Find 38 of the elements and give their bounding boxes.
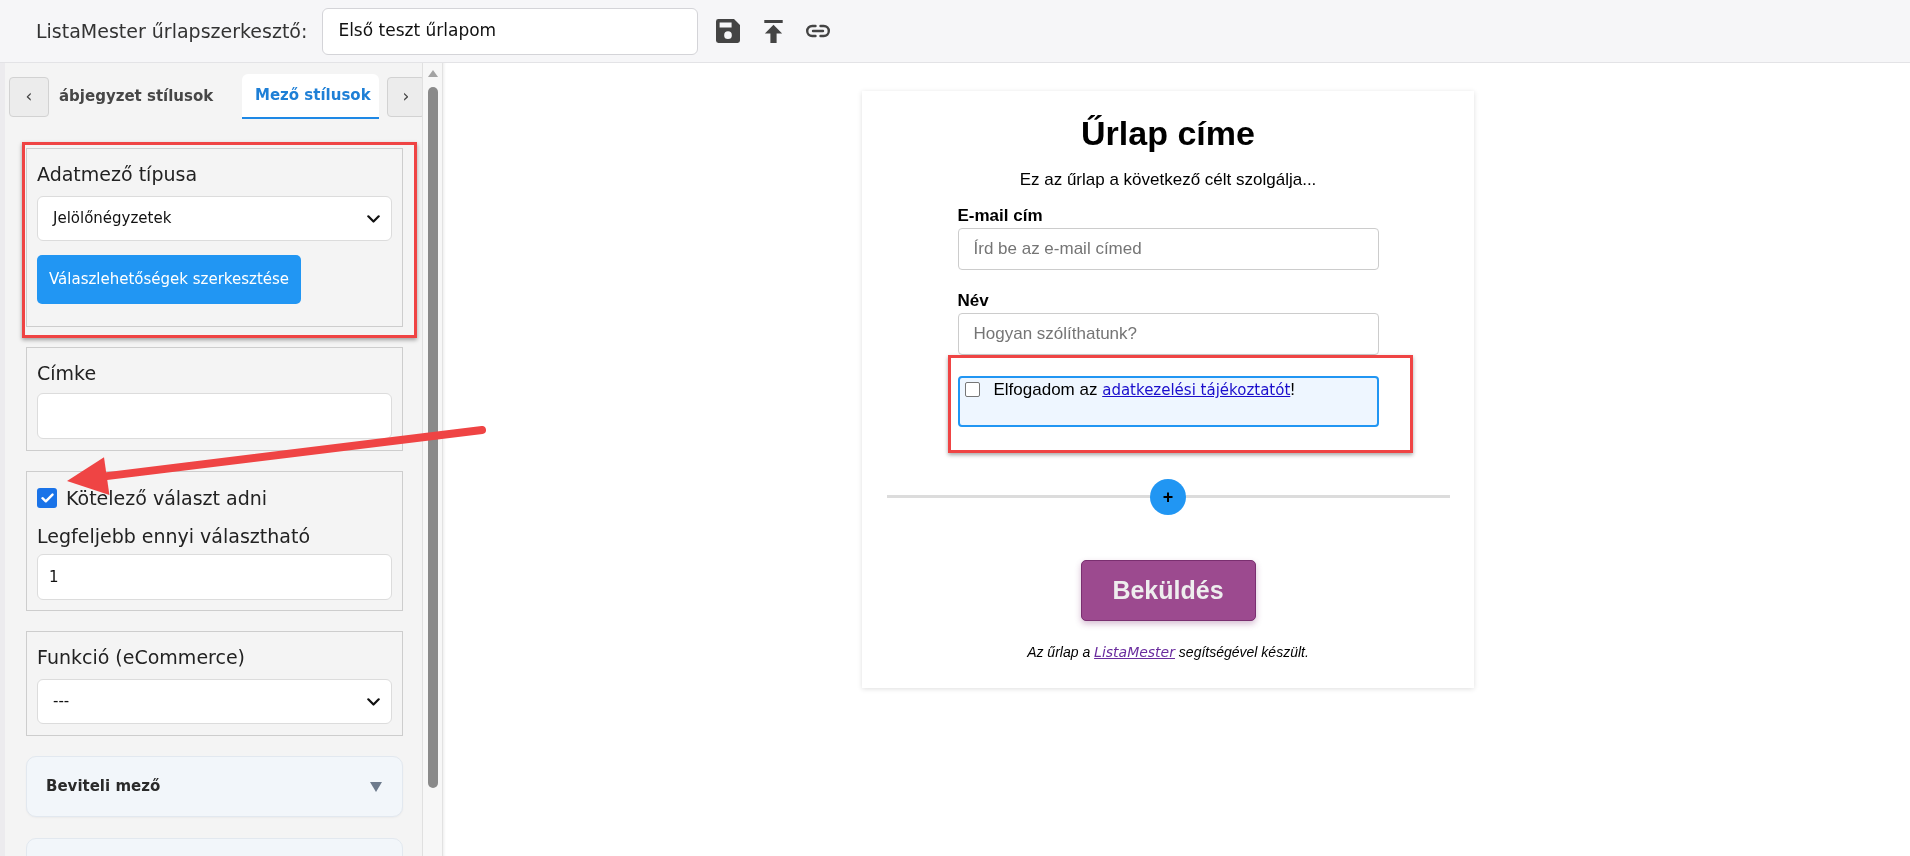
privacy-policy-link[interactable]: adatkezelési tájékoztatót	[1102, 381, 1291, 399]
field-label: E-mail cím	[957, 206, 1044, 226]
text-field[interactable]: Hogyan szólíthatunk?	[957, 313, 1379, 355]
form-name-field[interactable]: Első teszt űrlapom	[322, 7, 699, 55]
consent-label: Elfogadom az adatkezelési tájékoztatót!	[993, 379, 1296, 401]
checkbox[interactable]	[37, 488, 57, 508]
credit-link[interactable]: ListaMester	[1094, 644, 1175, 660]
tab[interactable]: ábjegyzet stílusok	[49, 74, 242, 119]
tab-scroll-left-button[interactable]: ‹	[9, 76, 49, 117]
tab-scroll-right-button[interactable]: ›	[387, 76, 422, 117]
submit-button[interactable]: Beküldés	[1080, 560, 1256, 621]
chevron-down-icon	[367, 697, 380, 706]
field-label: Adatmező típusa	[37, 162, 199, 187]
number-field[interactable]: 1	[37, 554, 392, 600]
field-label: Név	[957, 291, 990, 311]
triangle-up-icon[interactable]	[427, 70, 438, 77]
accordion-header[interactable]: Beviteli mező	[26, 756, 403, 817]
upload-icon[interactable]	[764, 19, 784, 43]
link-icon[interactable]	[805, 24, 832, 38]
chevron-down-icon	[367, 214, 380, 223]
tab[interactable]: Mező stílusok	[242, 74, 379, 119]
credit-text: Az űrlap a ListaMester segítségével készült.	[1027, 643, 1309, 662]
dropdown-select[interactable]: ---	[37, 679, 392, 724]
checkbox[interactable]	[964, 382, 980, 397]
form-description: Ez az űrlap a következő célt szolgálja...	[1019, 169, 1317, 191]
checkbox-label: Kötelező választ adni	[66, 486, 268, 510]
text-field[interactable]: Írd be az e-mail címed	[957, 228, 1379, 270]
field-label: Legfeljebb ennyi választható	[37, 524, 311, 549]
add-field-button[interactable]: +	[1150, 479, 1186, 515]
save-icon[interactable]	[716, 19, 741, 43]
dropdown-select[interactable]: Jelölőnégyzetek	[37, 196, 392, 241]
form-title: Űrlap címe	[1081, 113, 1255, 153]
app-title: ListaMester űrlapszerkesztő:	[36, 18, 308, 44]
checkmark-icon	[40, 493, 54, 503]
field-label: Címke	[37, 361, 98, 386]
field-label: Funkció (eCommerce)	[37, 645, 246, 670]
scrollbar-thumb[interactable]	[427, 87, 438, 788]
text-field[interactable]	[37, 393, 392, 439]
